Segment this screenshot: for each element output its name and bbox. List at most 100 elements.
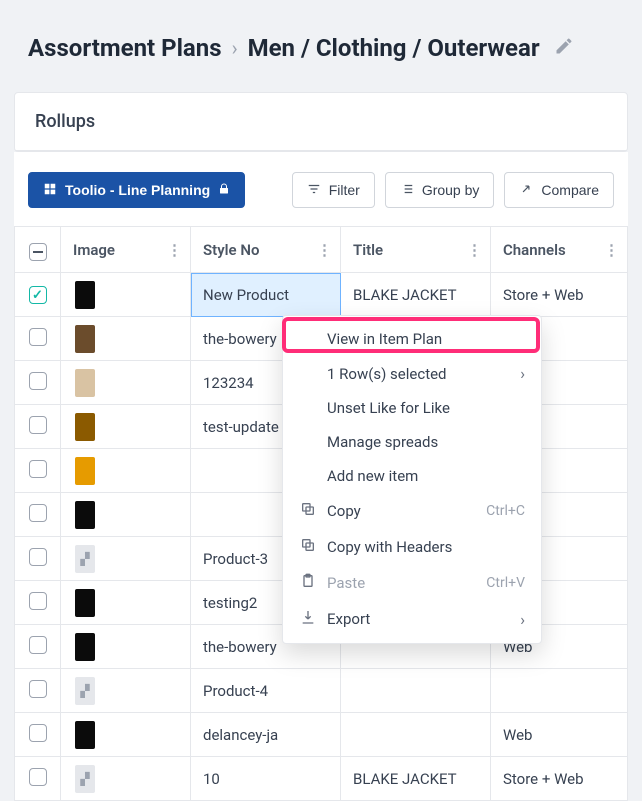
export-icon bbox=[299, 609, 317, 629]
product-thumbnail bbox=[75, 589, 95, 617]
row-checkbox[interactable] bbox=[29, 680, 47, 698]
row-title-cell[interactable] bbox=[341, 713, 491, 757]
row-checkbox-cell[interactable] bbox=[15, 669, 61, 713]
row-image-cell[interactable] bbox=[61, 581, 191, 625]
row-channels-cell[interactable] bbox=[491, 669, 628, 713]
context-menu-item[interactable]: CopyCtrl+C bbox=[283, 493, 541, 529]
column-header-title[interactable]: Title ⋮ bbox=[341, 227, 491, 273]
context-menu-shortcut: Ctrl+C bbox=[486, 503, 525, 519]
rollups-panel: Rollups bbox=[14, 92, 628, 152]
product-thumbnail bbox=[75, 281, 95, 309]
product-thumbnail bbox=[75, 633, 95, 661]
row-channels-cell[interactable]: Store + Web bbox=[491, 273, 628, 317]
copy-icon bbox=[299, 501, 317, 521]
row-image-cell[interactable] bbox=[61, 713, 191, 757]
row-image-cell[interactable]: ▞ bbox=[61, 669, 191, 713]
row-checkbox-cell[interactable] bbox=[15, 757, 61, 801]
row-channels-cell[interactable]: Web bbox=[491, 713, 628, 757]
kebab-icon[interactable]: ⋮ bbox=[167, 241, 182, 259]
row-checkbox-cell[interactable] bbox=[15, 581, 61, 625]
row-style-cell[interactable]: Product-4 bbox=[191, 669, 341, 713]
column-header-image[interactable]: Image ⋮ bbox=[61, 227, 191, 273]
context-menu: View in Item Plan 1 Row(s) selected › Unset… bbox=[282, 315, 542, 644]
row-checkbox-cell[interactable] bbox=[15, 361, 61, 405]
context-menu-item[interactable]: Export › bbox=[283, 601, 541, 637]
context-menu-label: Add new item bbox=[327, 467, 525, 485]
row-image-cell[interactable] bbox=[61, 273, 191, 317]
row-checkbox[interactable] bbox=[29, 504, 47, 522]
row-image-cell[interactable] bbox=[61, 493, 191, 537]
grid-icon bbox=[43, 182, 57, 199]
row-checkbox[interactable] bbox=[29, 372, 47, 390]
row-image-cell[interactable] bbox=[61, 625, 191, 669]
row-checkbox-cell[interactable] bbox=[15, 493, 61, 537]
row-checkbox[interactable]: ✓ bbox=[29, 286, 47, 304]
row-checkbox[interactable] bbox=[29, 592, 47, 610]
context-menu-item[interactable]: 1 Row(s) selected › bbox=[283, 356, 541, 391]
filter-icon bbox=[307, 182, 321, 199]
column-header-channels[interactable]: Channels ⋮ bbox=[491, 227, 628, 273]
breadcrumb: Assortment Plans › Men / Clothing / Oute… bbox=[0, 0, 642, 92]
row-checkbox-cell[interactable]: ✓ bbox=[15, 273, 61, 317]
row-image-cell[interactable] bbox=[61, 449, 191, 493]
row-checkbox[interactable] bbox=[29, 460, 47, 478]
chevron-right-icon: › bbox=[520, 364, 525, 383]
context-menu-label: Export bbox=[327, 610, 510, 628]
rollups-label[interactable]: Rollups bbox=[15, 93, 627, 151]
row-image-cell[interactable]: ▞ bbox=[61, 757, 191, 801]
kebab-icon[interactable]: ⋮ bbox=[317, 241, 332, 259]
context-menu-item[interactable]: View in Item Plan bbox=[283, 322, 541, 356]
select-all-checkbox[interactable] bbox=[29, 243, 47, 261]
row-checkbox[interactable] bbox=[29, 328, 47, 346]
row-image-cell[interactable] bbox=[61, 361, 191, 405]
row-checkbox[interactable] bbox=[29, 768, 47, 786]
row-checkbox[interactable] bbox=[29, 416, 47, 434]
row-checkbox[interactable] bbox=[29, 724, 47, 742]
row-style-cell[interactable]: New Product bbox=[191, 273, 341, 317]
breadcrumb-root[interactable]: Assortment Plans bbox=[28, 34, 222, 62]
context-menu-item[interactable]: Add new item bbox=[283, 459, 541, 493]
row-checkbox-cell[interactable] bbox=[15, 405, 61, 449]
row-checkbox-cell[interactable] bbox=[15, 317, 61, 361]
context-menu-item[interactable]: Copy with Headers bbox=[283, 529, 541, 565]
list-icon bbox=[400, 182, 414, 199]
groupby-button[interactable]: Group by bbox=[385, 172, 495, 208]
row-title-cell[interactable] bbox=[341, 669, 491, 713]
table-row: ✓ New ProductBLAKE JACKETStore + Web bbox=[15, 273, 628, 317]
row-checkbox-cell[interactable] bbox=[15, 713, 61, 757]
row-channels-cell[interactable]: Store + Web bbox=[491, 757, 628, 801]
row-image-cell[interactable]: ▞ bbox=[61, 537, 191, 581]
row-title-cell[interactable]: BLAKE JACKET bbox=[341, 273, 491, 317]
row-title-cell[interactable]: BLAKE JACKET bbox=[341, 757, 491, 801]
compare-icon bbox=[519, 182, 533, 199]
row-image-cell[interactable] bbox=[61, 405, 191, 449]
lock-icon bbox=[218, 182, 230, 198]
column-header-style[interactable]: Style No ⋮ bbox=[191, 227, 341, 273]
row-checkbox-cell[interactable] bbox=[15, 537, 61, 581]
product-thumbnail bbox=[75, 413, 95, 441]
row-style-cell[interactable]: delancey-ja bbox=[191, 713, 341, 757]
row-checkbox-cell[interactable] bbox=[15, 449, 61, 493]
row-checkbox[interactable] bbox=[29, 548, 47, 566]
context-menu-label: 1 Row(s) selected bbox=[327, 365, 510, 383]
product-thumbnail: ▞ bbox=[75, 677, 95, 705]
context-menu-item[interactable]: Unset Like for Like bbox=[283, 391, 541, 425]
compare-button[interactable]: Compare bbox=[504, 172, 614, 208]
context-menu-shortcut: Ctrl+V bbox=[486, 575, 525, 591]
line-planning-button[interactable]: Toolio - Line Planning bbox=[28, 172, 245, 208]
filter-label: Filter bbox=[329, 182, 360, 198]
row-checkbox[interactable] bbox=[29, 636, 47, 654]
product-thumbnail bbox=[75, 369, 95, 397]
pencil-icon[interactable] bbox=[554, 36, 574, 60]
context-menu-item[interactable]: Manage spreads bbox=[283, 425, 541, 459]
chevron-right-icon: › bbox=[520, 610, 525, 629]
context-menu-label: Unset Like for Like bbox=[327, 399, 525, 417]
filter-button[interactable]: Filter bbox=[292, 172, 375, 208]
kebab-icon[interactable]: ⋮ bbox=[467, 241, 482, 259]
kebab-icon[interactable]: ⋮ bbox=[604, 241, 619, 259]
column-header-checkbox[interactable] bbox=[15, 227, 61, 273]
row-style-cell[interactable]: 10 bbox=[191, 757, 341, 801]
row-checkbox-cell[interactable] bbox=[15, 625, 61, 669]
row-image-cell[interactable] bbox=[61, 317, 191, 361]
copy-icon bbox=[299, 537, 317, 557]
